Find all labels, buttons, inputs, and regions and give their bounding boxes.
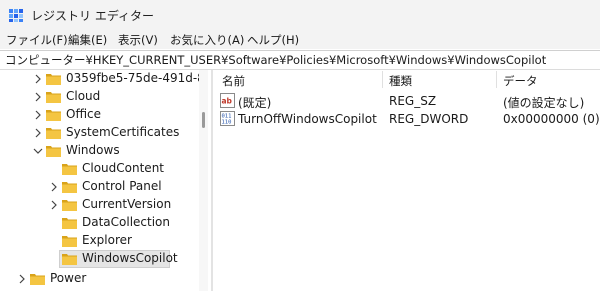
- menu-file[interactable]: ファイル(F): [6, 32, 68, 48]
- menu-favorites[interactable]: お気に入り(A): [170, 32, 244, 48]
- tree-node[interactable]: Control Panel: [0, 178, 205, 196]
- tree-node[interactable]: DataCollection: [0, 214, 205, 232]
- value-type: REG_DWORD: [389, 112, 469, 126]
- folder-icon: [62, 164, 77, 175]
- tree-node-label: CloudContent: [82, 161, 165, 175]
- tree-node[interactable]: CurrentVersion: [0, 196, 205, 214]
- tree-node-label: 0359fbe5-75de-491d-87: [66, 71, 207, 85]
- folder-icon: [46, 92, 61, 103]
- value-name: TurnOffWindowsCopilot: [238, 112, 377, 126]
- menu-view[interactable]: 表示(V): [118, 32, 158, 48]
- menu-edit[interactable]: 編集(E): [68, 32, 107, 48]
- menu-help[interactable]: ヘルプ(H): [247, 32, 299, 48]
- key-tree: 0359fbe5-75de-491d-87 Cloud Office Syste…: [0, 70, 207, 291]
- column-divider[interactable]: [382, 71, 383, 88]
- folder-icon: [62, 200, 77, 211]
- tree-node-label: SystemCertificates: [66, 125, 180, 139]
- folder-open-icon: [46, 146, 61, 157]
- values-list: 名前 種類 データ ab (既定) REG_SZ (値の設定なし) 011 11…: [213, 70, 600, 291]
- string-value-icon: ab: [220, 93, 235, 108]
- tree-node[interactable]: SystemCertificates: [0, 124, 205, 142]
- value-row[interactable]: ab (既定) REG_SZ (値の設定なし): [213, 92, 600, 110]
- value-data: (値の設定なし): [503, 96, 585, 110]
- chevron-right-icon[interactable]: [33, 74, 43, 84]
- column-header-data[interactable]: データ: [503, 73, 538, 91]
- folder-icon: [62, 254, 77, 265]
- address-path[interactable]: コンピューター¥HKEY_CURRENT_USER¥Software¥Polic…: [5, 52, 546, 68]
- registry-editor-icon: [9, 9, 23, 22]
- title-bar: レジストリ エディター: [0, 0, 600, 31]
- tree-node[interactable]: Power: [0, 270, 205, 288]
- chevron-right-icon[interactable]: [33, 128, 43, 138]
- tree-scrollbar-thumb[interactable]: [202, 112, 205, 128]
- column-header-type[interactable]: 種類: [389, 73, 412, 91]
- window-title: レジストリ エディター: [31, 9, 154, 23]
- tree-node-label: Power: [50, 271, 87, 285]
- tree-node[interactable]: Cloud: [0, 88, 205, 106]
- chevron-right-icon[interactable]: [49, 182, 59, 192]
- tree-node[interactable]: Explorer: [0, 232, 205, 250]
- tree-node[interactable]: Office: [0, 106, 205, 124]
- tree-node-label: CurrentVersion: [82, 197, 172, 211]
- tree-node-selected[interactable]: WindowsCopilot: [0, 250, 205, 268]
- folder-icon: [46, 74, 61, 85]
- value-data: 0x00000000 (0): [503, 112, 600, 126]
- value-type: REG_SZ: [389, 94, 437, 108]
- folder-icon: [46, 128, 61, 139]
- tree-node-label: Control Panel: [82, 179, 162, 193]
- folder-icon: [30, 274, 45, 285]
- binary-value-icon: 011 110: [220, 111, 235, 126]
- tree-node-label: DataCollection: [82, 215, 171, 229]
- tree-node-label: Office: [66, 107, 102, 121]
- menu-bar: ファイル(F) 編集(E) 表示(V) お気に入り(A) ヘルプ(H): [0, 31, 600, 49]
- chevron-right-icon[interactable]: [33, 110, 43, 120]
- column-divider[interactable]: [496, 71, 497, 88]
- column-header-name[interactable]: 名前: [222, 73, 245, 91]
- tree-scrollbar[interactable]: [199, 70, 208, 291]
- svg-text:110: 110: [222, 120, 232, 126]
- folder-icon: [46, 110, 61, 121]
- folder-icon: [62, 182, 77, 193]
- chevron-right-icon[interactable]: [33, 92, 43, 102]
- tree-node-label: Explorer: [82, 233, 132, 247]
- tree-node[interactable]: 0359fbe5-75de-491d-87: [0, 70, 207, 88]
- tree-node[interactable]: CloudContent: [0, 160, 205, 178]
- tree-node-label: WindowsCopilot: [82, 251, 178, 265]
- chevron-right-icon[interactable]: [17, 274, 27, 284]
- chevron-down-icon[interactable]: [33, 146, 43, 156]
- tree-node-label: Windows: [66, 143, 120, 157]
- chevron-right-icon[interactable]: [49, 200, 59, 210]
- tree-node-label: Cloud: [66, 89, 101, 103]
- value-name: (既定): [238, 96, 272, 110]
- address-bar[interactable]: コンピューター¥HKEY_CURRENT_USER¥Software¥Polic…: [0, 50, 600, 70]
- tree-node[interactable]: Windows: [0, 142, 205, 160]
- folder-icon: [62, 218, 77, 229]
- value-row[interactable]: 011 110 TurnOffWindowsCopilot REG_DWORD …: [213, 110, 600, 128]
- folder-icon: [62, 236, 77, 247]
- svg-text:ab: ab: [222, 97, 233, 106]
